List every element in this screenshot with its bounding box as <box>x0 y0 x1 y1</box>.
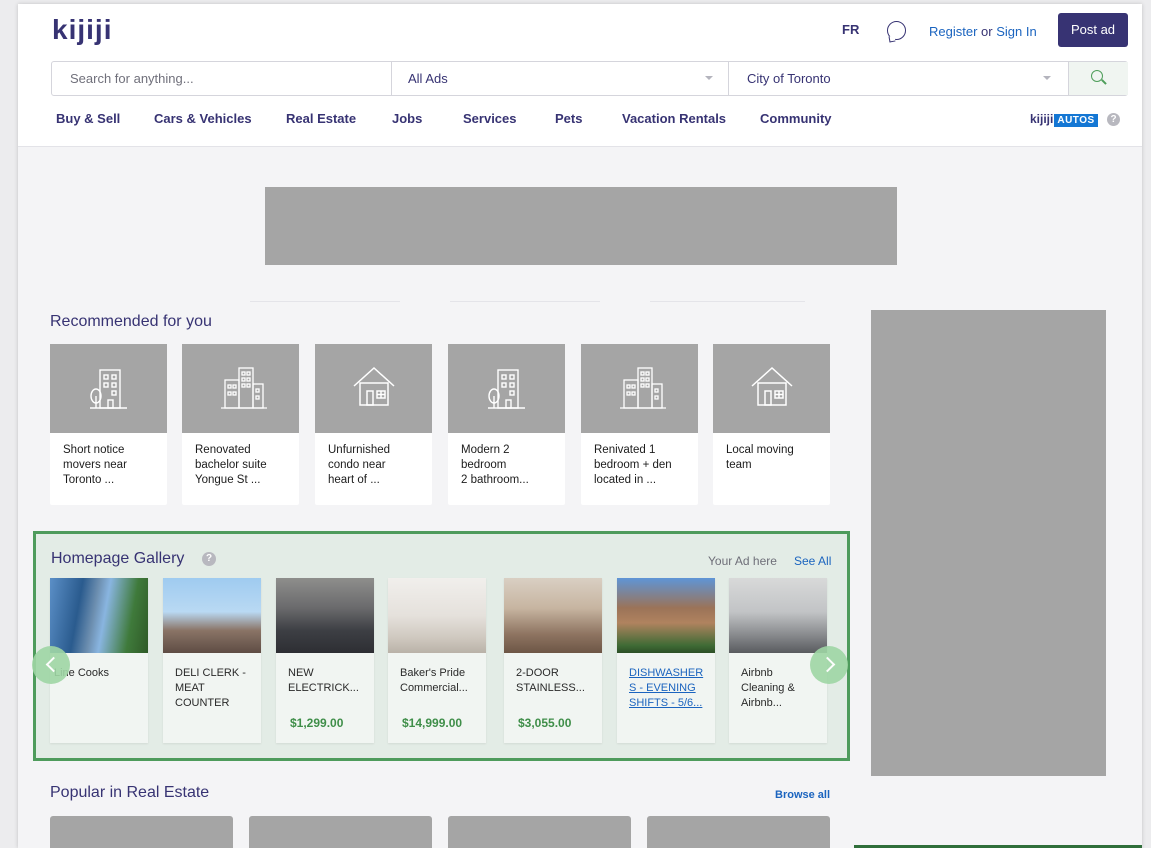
location-chevron-down-icon <box>1043 76 1051 80</box>
gallery-card[interactable]: DISHWASHER S - EVENING SHIFTS - 5/6... <box>617 578 715 743</box>
recommended-text: Renivated 1 bedroom + den located in ... <box>594 444 672 486</box>
auth-links: Register or Sign In <box>929 24 1037 39</box>
gallery-price: $3,055.00 <box>518 716 572 730</box>
gallery-next-button[interactable] <box>810 646 848 684</box>
office-buildings-icon <box>620 367 666 409</box>
autos-brand: kijiji <box>1030 112 1054 126</box>
help-icon[interactable]: ? <box>1107 113 1120 126</box>
recommended-text: Renovated bachelor suite Yongue St ... <box>195 444 267 486</box>
gallery-price: $1,299.00 <box>290 716 344 730</box>
gallery-text: NEW ELECTRICK... <box>288 667 359 694</box>
gallery-card[interactable]: DELI CLERK - MEAT COUNTER <box>163 578 261 743</box>
popular-card[interactable] <box>448 816 631 848</box>
site-header: kijiji FR Register or Sign In Post ad Al… <box>18 4 1142 147</box>
nav-item-real-estate[interactable]: Real Estate <box>286 111 356 126</box>
recommended-image <box>713 344 830 433</box>
gallery-image <box>50 578 148 653</box>
language-toggle[interactable]: FR <box>842 22 859 37</box>
popular-card[interactable] <box>50 816 233 848</box>
apartment-building-icon <box>90 369 127 409</box>
gallery-image <box>504 578 602 653</box>
gallery-help-icon[interactable]: ? <box>202 552 216 566</box>
divider <box>728 62 729 95</box>
gallery-text: Baker's Pride Commercial... <box>400 667 468 694</box>
nav-item-cars-vehicles[interactable]: Cars & Vehicles <box>154 111 252 126</box>
homepage-gallery: Homepage Gallery ? Your Ad here See All … <box>32 531 850 761</box>
recommended-image <box>315 344 432 433</box>
recommended-title: Recommended for you <box>50 313 212 330</box>
recommended-text: Local moving team <box>726 444 794 471</box>
recommended-text: Unfurnished condo near heart of ... <box>328 444 391 486</box>
autos-badge: AUTOS <box>1054 114 1098 127</box>
kijiji-autos-link[interactable]: kijiji AUTOS <box>1030 112 1098 127</box>
popular-card[interactable] <box>647 816 830 848</box>
nav-item-jobs[interactable]: Jobs <box>392 111 422 126</box>
register-link[interactable]: Register <box>929 24 977 39</box>
apartment-building-icon <box>488 369 525 409</box>
house-icon <box>353 366 395 406</box>
recommended-card[interactable]: Short notice movers near Toronto ... <box>50 344 167 505</box>
recommended-image <box>50 344 167 433</box>
see-all-link[interactable]: See All <box>794 554 831 568</box>
gallery-card[interactable]: Baker's Pride Commercial... $14,999.00 <box>388 578 486 743</box>
recommended-card[interactable]: Renovated bachelor suite Yongue St ... <box>182 344 299 505</box>
recommended-image <box>182 344 299 433</box>
gallery-image <box>729 578 827 653</box>
popular-card[interactable] <box>249 816 432 848</box>
logo-text: kijiji <box>52 14 113 45</box>
gallery-image <box>276 578 374 653</box>
recommended-image <box>581 344 698 433</box>
messages-icon[interactable] <box>887 21 906 40</box>
gallery-text[interactable]: DISHWASHER S - EVENING SHIFTS - 5/6... <box>617 653 715 711</box>
recommended-card[interactable]: Modern 2 bedroom 2 bathroom... <box>448 344 565 505</box>
nav-item-pets[interactable]: Pets <box>555 111 582 126</box>
sign-in-link[interactable]: Sign In <box>996 24 1036 39</box>
office-buildings-icon <box>221 367 267 409</box>
divider <box>450 301 600 302</box>
gallery-text: DELI CLERK - MEAT COUNTER <box>175 667 246 709</box>
search-button[interactable] <box>1068 62 1128 95</box>
browser-page: kijiji FR Register or Sign In Post ad Al… <box>18 4 1142 848</box>
browse-all-link[interactable]: Browse all <box>775 789 830 801</box>
category-chevron-down-icon <box>705 76 713 80</box>
banner-ad-placeholder <box>265 187 897 265</box>
post-ad-button[interactable]: Post ad <box>1058 13 1128 47</box>
recommended-text: Short notice movers near Toronto ... <box>63 444 127 486</box>
gallery-image <box>388 578 486 653</box>
location-value: City of Toronto <box>747 71 831 86</box>
gallery-price: $14,999.00 <box>402 716 463 730</box>
recommended-image <box>448 344 565 433</box>
divider <box>650 301 805 302</box>
sidebar-ad-placeholder <box>871 310 1106 776</box>
search-bar: All Ads City of Toronto <box>51 61 1128 96</box>
gallery-title: Homepage Gallery <box>51 550 185 567</box>
recommended-card[interactable]: Local moving team <box>713 344 830 505</box>
nav-item-services[interactable]: Services <box>463 111 517 126</box>
location-select[interactable]: City of Toronto <box>747 62 1067 95</box>
gallery-card[interactable]: 2-DOOR STAINLESS... $3,055.00 <box>504 578 602 743</box>
your-ad-here-link[interactable]: Your Ad here <box>708 554 777 568</box>
kijiji-logo[interactable]: kijiji <box>52 14 112 46</box>
category-value: All Ads <box>408 71 448 86</box>
divider <box>391 62 392 95</box>
search-icon <box>1091 70 1103 82</box>
nav-item-vacation-rentals[interactable]: Vacation Rentals <box>622 111 726 126</box>
or-text: or <box>981 24 993 39</box>
gallery-prev-button[interactable] <box>32 646 70 684</box>
nav-item-community[interactable]: Community <box>760 111 832 126</box>
gallery-text: 2-DOOR STAINLESS... <box>516 667 585 694</box>
search-input[interactable] <box>52 62 391 95</box>
recommended-card[interactable]: Renivated 1 bedroom + den located in ... <box>581 344 698 505</box>
divider <box>250 301 400 302</box>
recommended-card[interactable]: Unfurnished condo near heart of ... <box>315 344 432 505</box>
recommended-text: Modern 2 bedroom 2 bathroom... <box>461 444 529 486</box>
popular-title: Popular in Real Estate <box>50 784 210 801</box>
gallery-image <box>617 578 715 653</box>
nav-item-buy-sell[interactable]: Buy & Sell <box>56 111 120 126</box>
gallery-card[interactable]: NEW ELECTRICK... $1,299.00 <box>276 578 374 743</box>
house-icon <box>751 366 793 406</box>
category-select[interactable]: All Ads <box>408 62 728 95</box>
gallery-image <box>163 578 261 653</box>
